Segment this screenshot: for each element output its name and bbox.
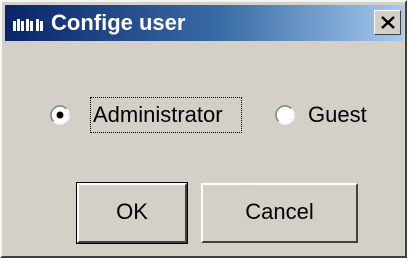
ok-button[interactable]: OK bbox=[76, 182, 188, 244]
close-icon bbox=[381, 16, 395, 29]
cancel-button-label: Cancel bbox=[245, 199, 314, 224]
dialog-title: Confige user bbox=[51, 10, 186, 35]
radio-guest-label[interactable]: Guest bbox=[308, 102, 367, 128]
dialog-window: Confige user Administrator Guest OK Canc… bbox=[0, 0, 407, 258]
close-button[interactable] bbox=[374, 10, 401, 35]
radio-administrator[interactable] bbox=[50, 105, 70, 125]
cancel-button[interactable]: Cancel bbox=[201, 183, 358, 243]
radio-guest[interactable] bbox=[275, 105, 295, 125]
ok-button-label: OK bbox=[116, 199, 148, 224]
title-bar[interactable]: Confige user bbox=[5, 5, 404, 41]
radio-administrator-dot bbox=[56, 111, 64, 119]
radio-administrator-label[interactable]: Administrator bbox=[93, 102, 223, 128]
app-icon bbox=[13, 19, 43, 31]
